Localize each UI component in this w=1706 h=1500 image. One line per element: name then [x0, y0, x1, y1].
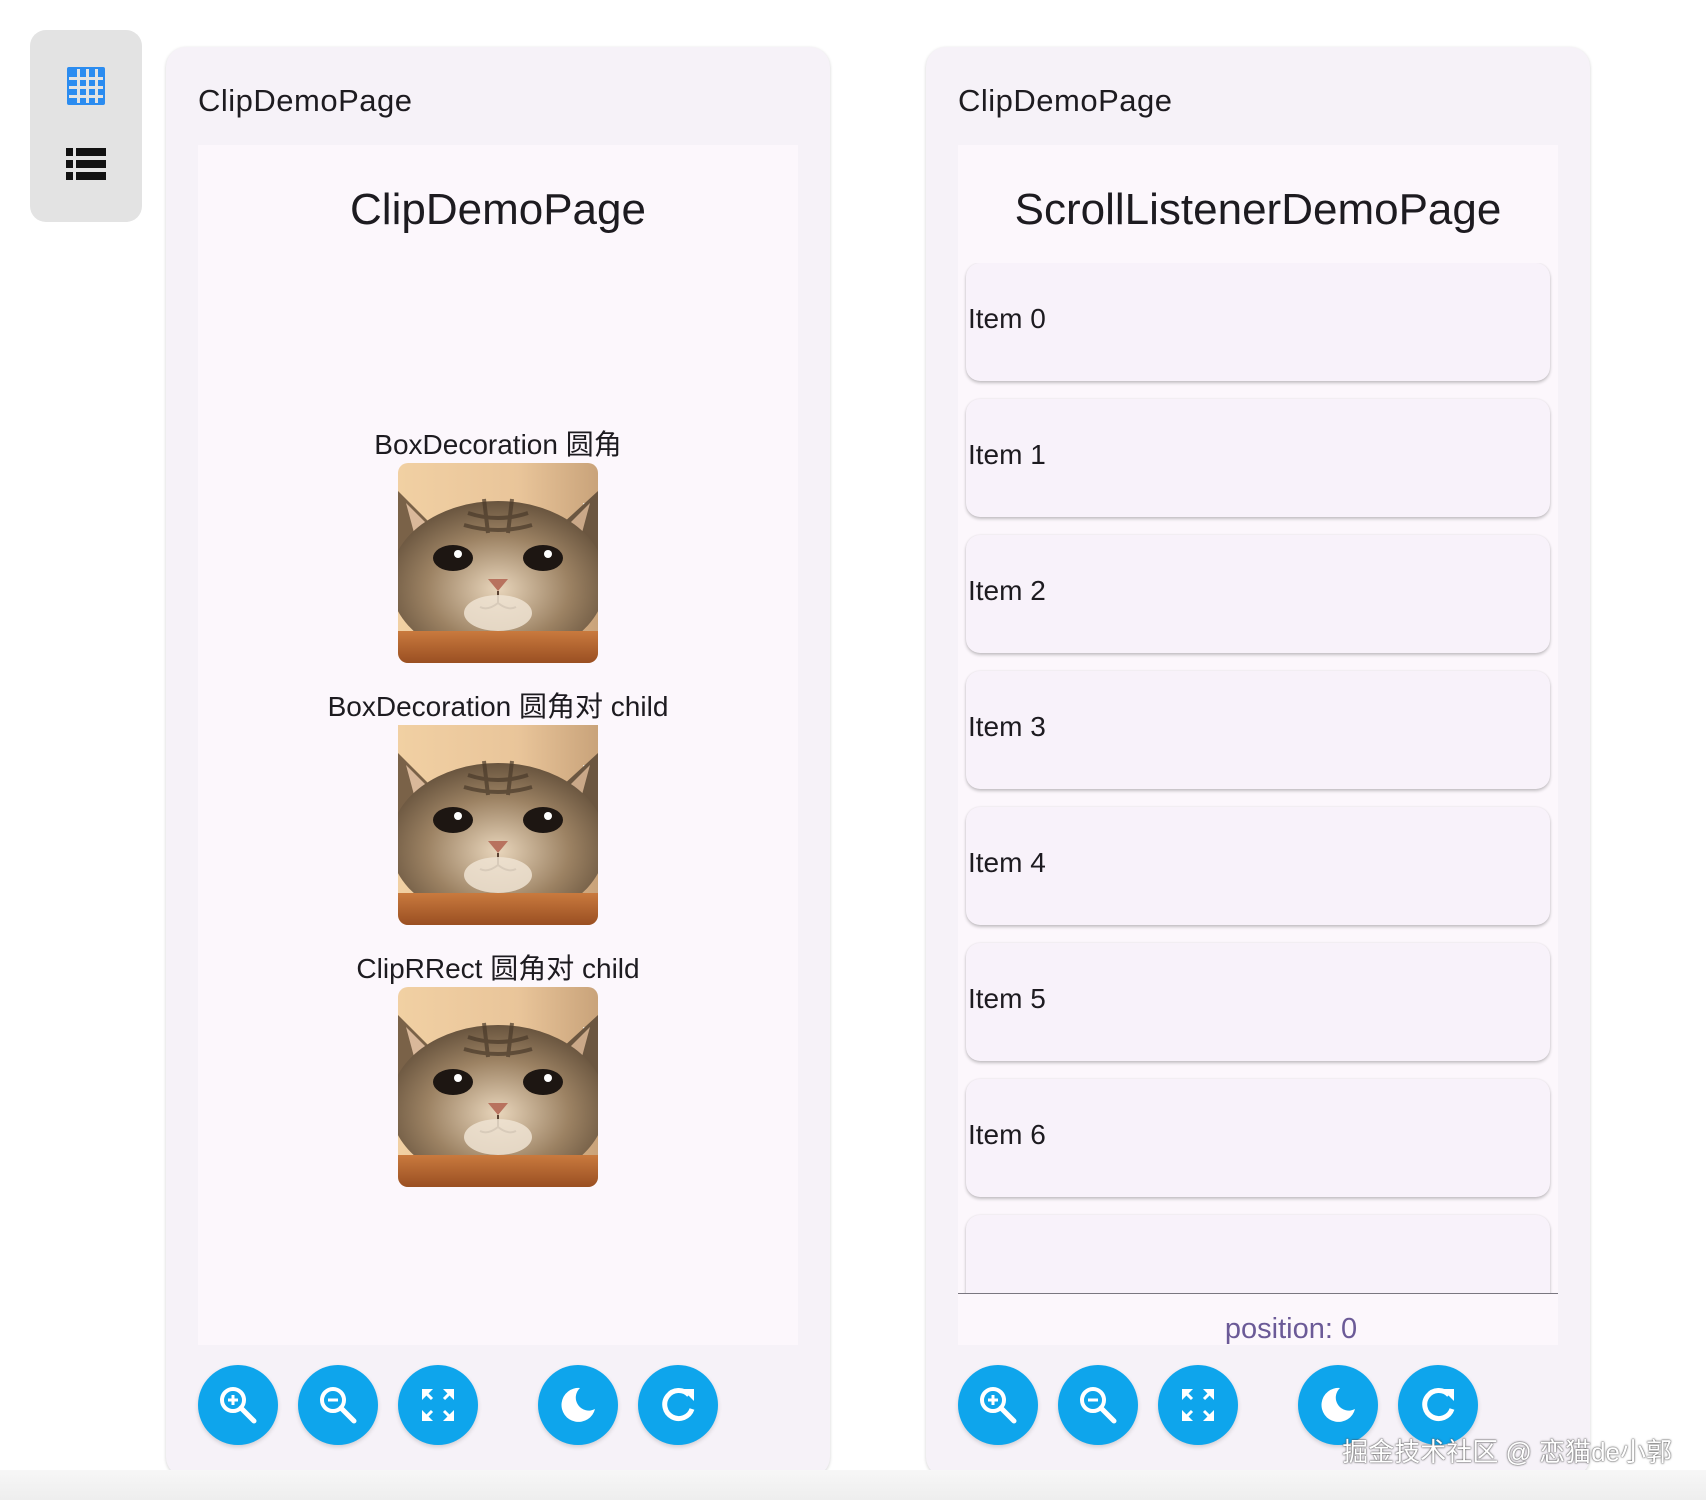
- list-item[interactable]: [966, 1215, 1550, 1293]
- bottom-edge: [0, 1470, 1706, 1500]
- list-item[interactable]: Item 6: [966, 1079, 1550, 1197]
- scroll-list[interactable]: Item 0 Item 1 Item 2 Item 3 Item 4 Item …: [958, 263, 1558, 1293]
- list-item-label: Item 4: [968, 847, 1046, 878]
- list-item[interactable]: Item 3: [966, 671, 1550, 789]
- refresh-button[interactable]: [638, 1365, 718, 1445]
- zoom-out-icon: [1080, 1387, 1117, 1424]
- zoom-out-icon: [320, 1387, 357, 1424]
- list-item-label: Item 3: [968, 711, 1046, 742]
- toolbar-fab-row: [198, 1365, 798, 1445]
- cat-image: [398, 463, 598, 663]
- device-screen: ScrollListenerDemoPage Item 0 Item 1 Ite…: [958, 145, 1558, 1345]
- demo-label-box-decoration-child: BoxDecoration 圆角对 child: [327, 691, 669, 722]
- view-mode-rail: [30, 30, 142, 222]
- divider: [958, 1293, 1558, 1294]
- list-item[interactable]: Item 0: [966, 263, 1550, 381]
- device-panel-clip-demo: ClipDemoPage ClipDemoPage BoxDecoration …: [166, 47, 830, 1477]
- dark-mode-button[interactable]: [538, 1365, 618, 1445]
- zoom-in-icon: [220, 1387, 257, 1424]
- list-item-label: Item 2: [968, 575, 1046, 606]
- list-item-label: Item 0: [968, 303, 1046, 334]
- cat-image: [398, 987, 598, 1187]
- zoom-in-button[interactable]: [198, 1365, 278, 1445]
- list-view-icon: [66, 148, 106, 180]
- list-item-label: Item 5: [968, 983, 1046, 1014]
- zoom-out-button[interactable]: [1058, 1365, 1138, 1445]
- watermark-text: 掘金技术社区 @ 恋猫de小郭: [1342, 1437, 1672, 1467]
- list-item[interactable]: Item 5: [966, 943, 1550, 1061]
- list-item-label: Item 1: [968, 439, 1046, 470]
- device-panel-scroll-listener: ClipDemoPage ScrollListenerDemoPage Item…: [926, 47, 1590, 1477]
- fullscreen-button[interactable]: [1158, 1365, 1238, 1445]
- scroll-position-text: position: 0: [1224, 1313, 1358, 1345]
- panel-title: ClipDemoPage: [958, 83, 1173, 118]
- grid-view-icon: [67, 67, 105, 105]
- zoom-out-button[interactable]: [298, 1365, 378, 1445]
- refresh-icon: [662, 1388, 695, 1421]
- device-preview-stage: ClipDemoPage ClipDemoPage BoxDecoration …: [0, 0, 1706, 1500]
- demo-label-cliprrect-child: ClipRRect 圆角对 child: [356, 953, 640, 984]
- dark-mode-icon: [561, 1387, 595, 1422]
- fullscreen-icon: [422, 1389, 454, 1421]
- list-item[interactable]: Item 2: [966, 535, 1550, 653]
- zoom-in-icon: [980, 1387, 1017, 1424]
- fullscreen-icon: [1182, 1389, 1214, 1421]
- fullscreen-button[interactable]: [398, 1365, 478, 1445]
- zoom-in-button[interactable]: [958, 1365, 1038, 1445]
- app-bar-title: ClipDemoPage: [350, 185, 646, 234]
- dark-mode-icon: [1321, 1387, 1355, 1422]
- device-screen: ClipDemoPage BoxDecoration 圆角 BoxDecorat…: [198, 145, 798, 1345]
- list-item-label: Item 6: [968, 1119, 1046, 1150]
- app-bar-title: ScrollListenerDemoPage: [1014, 185, 1502, 234]
- demo-label-box-decoration: BoxDecoration 圆角: [374, 429, 622, 460]
- list-view-button[interactable]: [60, 138, 112, 190]
- cat-image: [398, 725, 598, 925]
- panel-title: ClipDemoPage: [198, 83, 413, 118]
- grid-view-button[interactable]: [60, 60, 112, 112]
- refresh-icon: [1422, 1388, 1455, 1421]
- list-item[interactable]: Item 1: [966, 399, 1550, 517]
- list-item[interactable]: Item 4: [966, 807, 1550, 925]
